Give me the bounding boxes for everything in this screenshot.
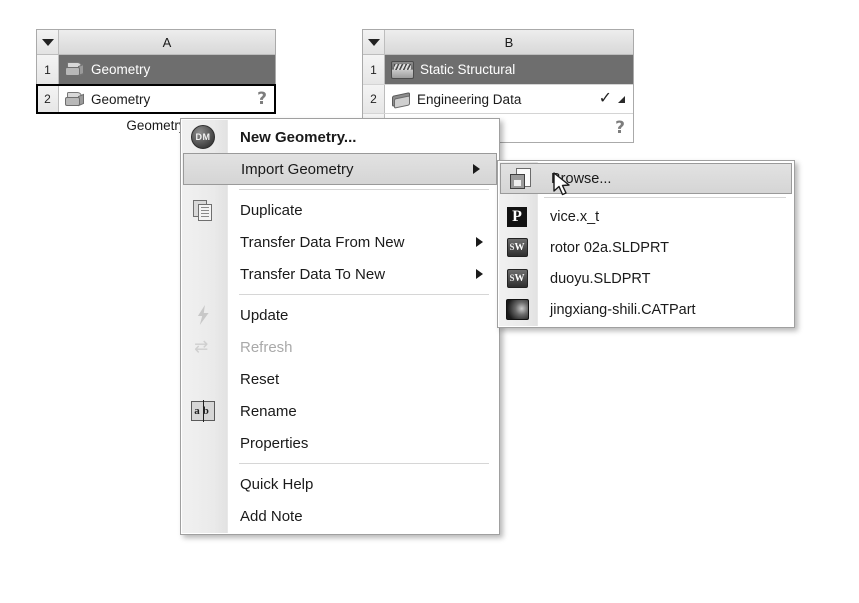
submenu-item-rotor-02a[interactable]: W rotor 02a.SLDPRT: [498, 232, 794, 263]
submenu-item-browse[interactable]: Browse...: [500, 163, 792, 194]
static-structural-icon: [391, 60, 414, 79]
schematic-column-a[interactable]: A 1 Geometry 2 Geometry ?: [36, 29, 276, 114]
menu-item-add-note[interactable]: Add Note: [181, 500, 499, 532]
status-badge: ✓: [599, 91, 625, 107]
chevron-down-icon: [41, 38, 54, 46]
menu-item-label: New Geometry...: [240, 128, 357, 146]
chevron-right-icon: [476, 269, 483, 279]
lightning-icon: [191, 303, 215, 327]
solidworks-icon: W: [505, 267, 529, 291]
menu-item-label: Transfer Data From New: [240, 233, 405, 251]
cell-label: Geometry: [91, 62, 151, 77]
menu-item-label: Properties: [240, 434, 309, 452]
menu-item-label: Transfer Data To New: [240, 265, 386, 283]
submenu-divider: [544, 197, 786, 198]
chevron-right-icon: [473, 164, 480, 174]
menu-item-reset[interactable]: Reset: [181, 363, 499, 395]
menu-item-label: Duplicate: [240, 201, 303, 219]
grid-a-column-header[interactable]: A: [59, 30, 275, 55]
solidworks-icon: W: [505, 236, 529, 260]
question-mark-icon: ?: [615, 117, 625, 138]
submenu-item-duoyu[interactable]: W duoyu.SLDPRT: [498, 263, 794, 294]
table-row[interactable]: 2 Geometry ?: [36, 84, 276, 114]
cell-label: Geometry: [91, 91, 151, 107]
grid-a-header-row: A: [37, 30, 275, 55]
catia-icon: [505, 298, 529, 322]
menu-item-label: Reset: [240, 370, 280, 388]
menu-item-import-geometry[interactable]: Import Geometry: [183, 153, 497, 185]
menu-item-duplicate[interactable]: Duplicate: [181, 194, 499, 226]
menu-divider: [239, 294, 489, 295]
browse-icon: [508, 167, 532, 191]
submenu-item-jingxiang-shili[interactable]: jingxiang-shili.CATPart: [498, 294, 794, 325]
chevron-down-icon: [367, 38, 380, 46]
row-number: 1: [363, 55, 385, 84]
menu-item-refresh: ⇄ Refresh: [181, 331, 499, 363]
submenu-item-label: duoyu.SLDPRT: [550, 270, 651, 287]
table-row[interactable]: 1 Geometry: [37, 55, 275, 84]
row-content[interactable]: Static Structural: [385, 55, 633, 84]
refresh-icon: ⇄: [194, 336, 209, 357]
menu-item-transfer-data-from-new[interactable]: Transfer Data From New: [181, 226, 499, 258]
submenu-item-label: jingxiang-shili.CATPart: [550, 301, 696, 318]
dm-logo-icon: DM: [191, 125, 215, 149]
menu-item-label: Quick Help: [240, 475, 314, 493]
table-row[interactable]: 1 Static Structural: [363, 55, 633, 84]
row-content[interactable]: Engineering Data ✓: [385, 85, 633, 113]
status-badge: ?: [615, 117, 625, 138]
menu-item-new-geometry[interactable]: DM New Geometry...: [181, 121, 499, 153]
cell-label: Engineering Data: [417, 91, 522, 107]
row-number: 2: [37, 85, 59, 113]
menu-item-label: Add Note: [240, 507, 303, 525]
chevron-right-icon: [476, 237, 483, 247]
submenu-item-label: vice.x_t: [550, 208, 600, 225]
grid-a-corner-dropdown[interactable]: [37, 30, 59, 55]
menu-item-update[interactable]: Update: [181, 299, 499, 331]
geometry-context-menu[interactable]: DM New Geometry... Import Geometry Dupli…: [180, 118, 500, 535]
row-content[interactable]: Geometry: [59, 55, 275, 84]
row-number: 2: [363, 85, 385, 113]
menu-item-label: Update: [240, 306, 289, 324]
row-content[interactable]: Geometry ?: [59, 85, 275, 113]
table-row[interactable]: 2 Engineering Data ✓: [363, 84, 633, 113]
import-geometry-submenu[interactable]: Browse... P vice.x_t W rotor 02a.SLDPRT …: [497, 160, 795, 328]
question-mark-icon: ?: [257, 88, 267, 109]
corner-triangle-icon: [618, 95, 625, 103]
parasolid-icon: P: [505, 205, 529, 229]
menu-divider: [239, 463, 489, 464]
duplicate-icon: [191, 198, 215, 222]
menu-item-label: Refresh: [240, 338, 293, 356]
menu-item-transfer-data-to-new[interactable]: Transfer Data To New: [181, 258, 499, 290]
menu-item-label: Import Geometry: [241, 160, 354, 178]
submenu-item-label: Browse...: [551, 170, 612, 187]
engineering-data-icon: [391, 91, 411, 109]
geometry-block-icon: [65, 91, 85, 107]
submenu-item-vice-xt[interactable]: P vice.x_t: [498, 201, 794, 232]
grid-b-header-row: B: [363, 30, 633, 55]
menu-item-label: Rename: [240, 402, 297, 420]
cell-label: Static Structural: [420, 62, 516, 77]
menu-item-properties[interactable]: Properties: [181, 427, 499, 459]
submenu-item-label: rotor 02a.SLDPRT: [550, 239, 670, 256]
grid-b-corner-dropdown[interactable]: [363, 30, 385, 55]
check-icon: ✓: [598, 90, 612, 107]
geometry-block-icon: [65, 62, 85, 77]
status-badge: ?: [257, 88, 267, 109]
menu-item-rename[interactable]: ab Rename: [181, 395, 499, 427]
menu-item-quick-help[interactable]: Quick Help: [181, 468, 499, 500]
row-number: 1: [37, 55, 59, 84]
grid-b-column-header[interactable]: B: [385, 30, 633, 55]
menu-divider: [239, 189, 489, 190]
rename-icon: ab: [191, 399, 215, 423]
